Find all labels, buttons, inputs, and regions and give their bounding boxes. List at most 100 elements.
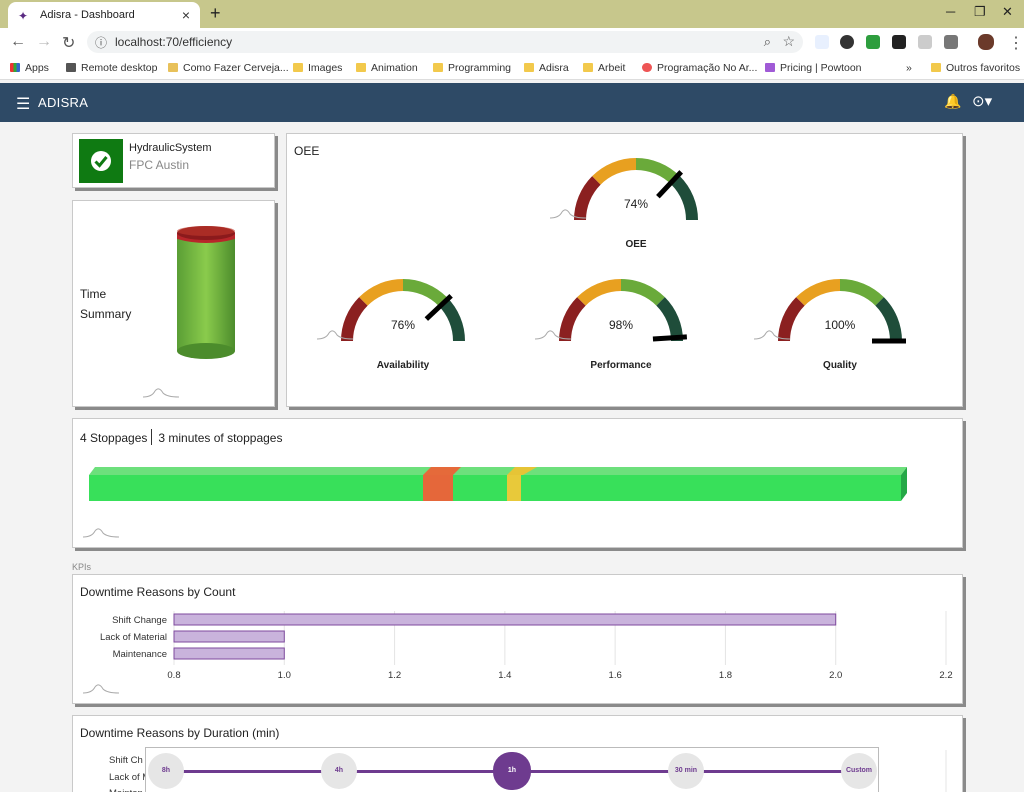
time-summary-title: Time (80, 287, 107, 301)
extension-icon[interactable] (944, 35, 958, 49)
gauge-needle (652, 334, 688, 342)
bookmark-programacao[interactable]: Programação No Ar... (642, 62, 757, 74)
x-tick-label: 1.4 (498, 670, 511, 681)
close-window-icon[interactable]: ✕ (1002, 4, 1013, 20)
minimize-icon[interactable]: ─ (946, 4, 955, 19)
x-tick-label: 0.8 (167, 670, 180, 681)
gauge-name-oee: OEE (625, 239, 647, 250)
bookmark-folder-programming[interactable]: Programming (433, 62, 511, 74)
bookmarks-bar: Apps Remote desktop Como Fazer Cerveja..… (0, 56, 1024, 80)
check-circle-icon (91, 151, 111, 171)
gauge-band (621, 279, 665, 306)
gauge-band (656, 297, 683, 341)
profile-avatar[interactable] (978, 34, 994, 50)
downtime-count-card: Downtime Reasons by Count 0.8 1.0 1.2 1.4 1.… (72, 574, 963, 704)
gauge-name-quality: Quality (823, 360, 857, 371)
x-tick-label: 1.2 (388, 670, 401, 681)
downtime-count-chart: 0.8 1.0 1.2 1.4 1.6 1.8 2.0 2.2 Shift Change Lack… (100, 611, 953, 681)
bookmark-folder-images[interactable]: Images (293, 62, 342, 74)
spark-line-icon (143, 388, 179, 398)
bookmarks-overflow[interactable]: » (906, 62, 912, 74)
restore-icon[interactable]: ❐ (974, 4, 986, 20)
spark-line-icon (83, 528, 119, 538)
bar[interactable] (173, 647, 285, 660)
url-text[interactable]: localhost:70/efficiency (115, 35, 232, 49)
extension-icon[interactable] (815, 35, 829, 49)
time-range-option-1h[interactable]: 1h (493, 752, 531, 790)
gauge-name-availability: Availability (376, 360, 430, 371)
time-summary-cylinder (177, 226, 235, 359)
extension-icon[interactable] (840, 35, 854, 49)
user-menu-icon[interactable]: ⊙▾ (972, 92, 992, 110)
gauge-band (359, 279, 403, 306)
stoppage-timeline-bar (89, 467, 907, 501)
status-ok-badge (79, 139, 123, 183)
x-tick-label: 2.0 (829, 670, 842, 681)
gauge-name-performance: Performance (590, 360, 652, 371)
bookmark-apps[interactable]: Apps (10, 62, 49, 74)
more-menu-icon[interactable]: ⋮ (1008, 33, 1024, 53)
x-tick-label: 1.6 (609, 670, 622, 681)
close-tab-icon[interactable]: × (182, 7, 190, 23)
gauge-band (574, 176, 601, 220)
gauge-band (671, 176, 698, 220)
new-tab-icon[interactable]: + (210, 3, 221, 24)
x-tick-label: 2.2 (939, 670, 952, 681)
adisra-favicon-icon: ✦ (18, 9, 29, 23)
gauge-band (796, 279, 840, 306)
y-category-label: Mainten (109, 788, 143, 792)
time-summary-subtitle: Summary (80, 307, 132, 321)
tab-title: Adisra - Dashboard (40, 9, 135, 21)
y-category-label: Shift Change (112, 615, 167, 626)
zoom-icon[interactable]: ⌕ (764, 34, 771, 50)
oee-card: OEE 74% 76% 98% 100% OEE Availability Perfo… (286, 133, 963, 407)
address-toolbar: ← → ↻ ⓘ localhost:70/efficiency ⌕ ☆ ⋮ (0, 28, 1024, 56)
asset-name: HydraulicSystem (129, 142, 212, 154)
time-range-selector: 8h 4h 1h 30 min Custom (145, 747, 879, 792)
gauge-band (592, 158, 636, 185)
time-range-option-4h[interactable]: 4h (321, 753, 357, 789)
stoppages-header: 4 Stoppages 3 minutes of stoppages (80, 429, 282, 445)
back-icon[interactable]: ← (10, 33, 26, 51)
gauge-performance: 98% (534, 279, 688, 342)
bookmark-cerveja[interactable]: Como Fazer Cerveja... (168, 62, 289, 74)
extension-icon[interactable] (918, 35, 932, 49)
gauge-band (778, 297, 805, 341)
bookmark-folder-adisra[interactable]: Adisra (524, 62, 569, 74)
gauge-quality: 100% (753, 279, 906, 344)
hamburger-menu-icon[interactable]: ☰ (16, 94, 30, 114)
time-range-option-30min[interactable]: 30 min (668, 753, 704, 789)
forward-icon[interactable]: → (36, 33, 52, 51)
bookmark-outros-favoritos[interactable]: Outros favoritos (931, 62, 1020, 74)
bar[interactable] (173, 630, 285, 643)
stoppages-card: 4 Stoppages 3 minutes of stoppages (72, 418, 963, 548)
time-range-option-custom[interactable]: Custom (841, 753, 877, 789)
asset-location: FPC Austin (129, 158, 190, 172)
bar[interactable] (173, 613, 837, 626)
gauge-value: 74% (624, 197, 648, 211)
time-range-option-8h[interactable]: 8h (148, 753, 184, 789)
gauge-value: 76% (391, 318, 415, 332)
section-label-kpis: KPIs (72, 562, 92, 572)
url-bar[interactable]: ⓘ localhost:70/efficiency ⌕ ☆ (87, 31, 803, 53)
reload-icon[interactable]: ↻ (62, 33, 75, 53)
spark-line-icon (83, 684, 119, 694)
bookmark-powtoon[interactable]: Pricing | Powtoon (765, 62, 862, 74)
app-header: ☰ ADISRA 🔔 ⊙▾ (0, 83, 1024, 122)
bookmark-remote-desktop[interactable]: Remote desktop (66, 62, 157, 74)
bookmark-folder-animation[interactable]: Animation (356, 62, 418, 74)
x-tick-label: 1.8 (719, 670, 732, 681)
app-brand: ADISRA (38, 95, 89, 110)
browser-tab[interactable]: ✦ Adisra - Dashboard × (8, 2, 200, 28)
extension-icon[interactable] (866, 35, 880, 49)
notification-bell-icon[interactable]: 🔔 (944, 93, 961, 110)
bookmark-star-icon[interactable]: ☆ (782, 33, 795, 50)
site-info-icon[interactable]: ⓘ (95, 34, 107, 51)
stoppages-duration: 3 minutes of stoppages (158, 431, 283, 445)
extension-icon[interactable] (892, 35, 906, 49)
gauge-band (559, 297, 586, 341)
gauge-value: 100% (825, 318, 856, 332)
time-summary-card: Time Summary (72, 200, 275, 407)
y-category-label: Maintenance (113, 649, 167, 660)
bookmark-folder-arbeit[interactable]: Arbeit (583, 62, 625, 74)
